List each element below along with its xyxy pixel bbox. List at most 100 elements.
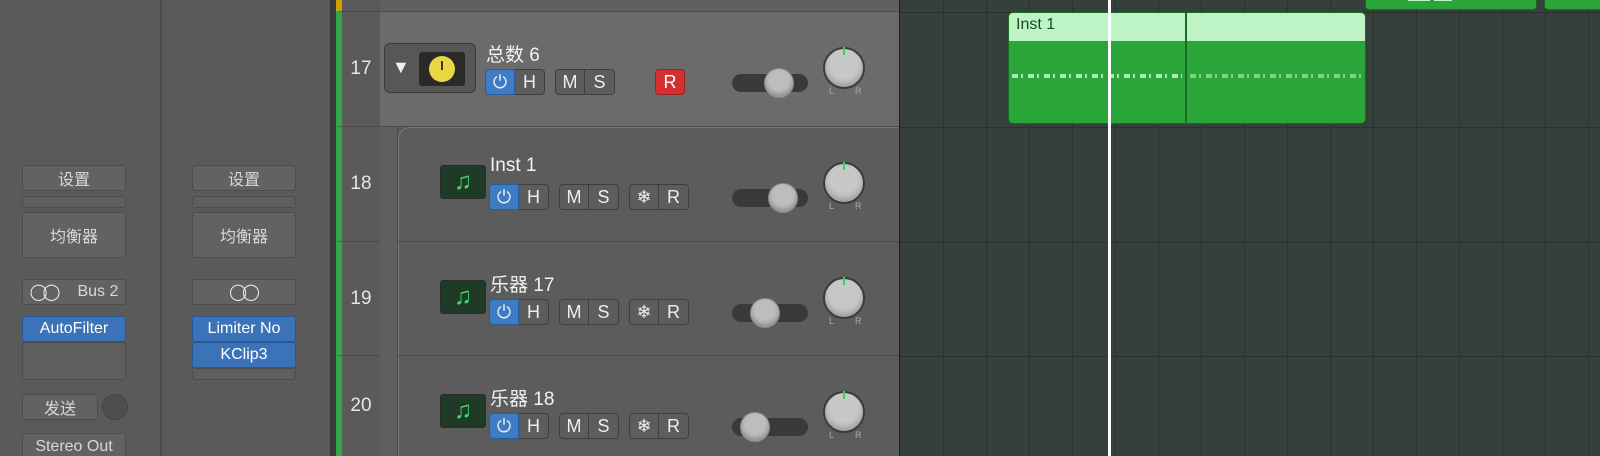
input-slot[interactable]: ◯◯ [192, 279, 296, 305]
freeze-button[interactable]: ❄ [629, 413, 659, 439]
channel-strip-right: 设置 均衡器 ◯◯ Limiter No KClip3 [164, 0, 330, 456]
mute-button[interactable]: M [559, 413, 589, 439]
settings-button[interactable]: 设置 [22, 165, 126, 191]
volume-fader-knob[interactable] [764, 68, 794, 98]
stereo-link-icon: ◯◯ [229, 284, 260, 301]
region-name: Inst 1 [1009, 13, 1185, 41]
track-header-inst-1[interactable]: ♫ Inst 1 ⏻ H M S ❄ R L R [398, 127, 900, 242]
track-number-17: 17 [336, 12, 380, 127]
input-slot[interactable]: ◯◯ Bus 2 [22, 279, 126, 305]
audio-fx-empty-slot[interactable] [22, 342, 126, 380]
mute-solo-group: M S [559, 413, 619, 439]
summing-stack-icon [429, 56, 455, 82]
stack-rail [380, 127, 398, 456]
record-enable-button[interactable]: R [659, 413, 689, 439]
disclosure-triangle-icon[interactable]: ▼ [392, 57, 410, 78]
power-hide-group: ⏻ H [489, 184, 549, 210]
audio-fx-slot-1[interactable]: AutoFilter [22, 316, 126, 342]
beat-gridline [1459, 0, 1460, 456]
arrange-area[interactable]: Inst 1 [900, 0, 1600, 456]
beat-gridline [1588, 0, 1589, 456]
output-slot[interactable]: Stereo Out [22, 433, 126, 456]
beat-gridline [1502, 0, 1503, 456]
track-on-off-button[interactable]: ⏻ [489, 413, 519, 439]
mute-button[interactable]: M [559, 184, 589, 210]
freeze-record-group: ❄ R [629, 299, 689, 325]
track-header-instrument-17[interactable]: ♫ 乐器 17 ⏻ H M S ❄ R L R [398, 242, 900, 356]
midi-region[interactable]: Inst 1 [1008, 12, 1186, 124]
track-number-partial [336, 0, 380, 12]
record-enable-button[interactable]: R [655, 69, 685, 95]
track-name[interactable]: 乐器 18 [490, 384, 554, 411]
solo-button[interactable]: S [585, 69, 615, 95]
track-on-off-button[interactable]: ⏻ [489, 184, 519, 210]
gain-reduction-meter [22, 196, 126, 208]
track-name[interactable]: Inst 1 [490, 155, 536, 177]
track-list: 17 ▼ 总数 6 ⏻ H M S R L R 18 ♫ Inst 1 ⏻ H … [336, 0, 900, 456]
volume-fader[interactable] [732, 412, 808, 442]
hide-button[interactable]: H [515, 69, 545, 95]
track-name[interactable]: 总数 6 [486, 40, 540, 67]
hide-button[interactable]: H [519, 184, 549, 210]
volume-fader-knob[interactable] [750, 298, 780, 328]
hide-button[interactable]: H [519, 413, 549, 439]
freeze-button[interactable]: ❄ [629, 184, 659, 210]
track-header-instrument-18[interactable]: ♫ 乐器 18 ⏻ H M S ❄ R L R [398, 356, 900, 456]
pan-knob[interactable] [823, 47, 865, 89]
playhead[interactable] [1108, 0, 1111, 456]
mute-button[interactable]: M [555, 69, 585, 95]
region-partial[interactable] [1365, 0, 1537, 10]
stack-icon-frame[interactable]: ▼ [384, 43, 476, 93]
solo-button[interactable]: S [589, 413, 619, 439]
eq-display[interactable]: 均衡器 [192, 212, 296, 258]
sends-button[interactable]: 发送 [22, 394, 98, 420]
region-partial[interactable] [1544, 0, 1600, 10]
row-gridline [900, 242, 1600, 243]
mute-solo-group: M S [559, 184, 619, 210]
input-label: Bus 2 [77, 283, 119, 300]
track-name[interactable]: 乐器 17 [490, 270, 554, 297]
music-note-icon[interactable]: ♫ [440, 394, 486, 428]
settings-button[interactable]: 设置 [192, 165, 296, 191]
solo-button[interactable]: S [589, 184, 619, 210]
track-number-19: 19 [336, 242, 380, 356]
gain-reduction-meter [192, 196, 296, 208]
record-enable-button[interactable]: R [659, 299, 689, 325]
pan-knob[interactable] [823, 162, 865, 204]
pan-left-label: L [829, 86, 835, 96]
volume-fader[interactable] [732, 298, 808, 328]
mute-solo-group: M S [559, 299, 619, 325]
pan-knob[interactable] [823, 277, 865, 319]
mute-button[interactable]: M [559, 299, 589, 325]
record-enable-button[interactable]: R [659, 184, 689, 210]
music-note-icon[interactable]: ♫ [440, 165, 486, 199]
pan-right-label: R [855, 430, 862, 440]
power-hide-group: ⏻ H [489, 413, 549, 439]
pan-knob[interactable] [823, 391, 865, 433]
solo-button[interactable]: S [589, 299, 619, 325]
track-header-partial [380, 0, 900, 12]
midi-region-continuation[interactable] [1186, 12, 1366, 124]
audio-fx-slot-2[interactable]: KClip3 [192, 342, 296, 368]
inspector-panel: 设置 均衡器 ◯◯ Bus 2 AutoFilter 发送 Stereo Out… [0, 0, 336, 456]
volume-fader[interactable] [732, 183, 808, 213]
region-header-bar [1187, 13, 1365, 41]
eq-display[interactable]: 均衡器 [22, 212, 126, 258]
track-on-off-button[interactable]: ⏻ [489, 299, 519, 325]
beat-gridline [1373, 0, 1374, 456]
track-header-summing-stack[interactable]: ▼ 总数 6 ⏻ H M S R L R [380, 12, 900, 127]
track-on-off-button[interactable]: ⏻ [485, 69, 515, 95]
send-level-knob[interactable] [102, 394, 128, 420]
hide-button[interactable]: H [519, 299, 549, 325]
volume-fader-knob[interactable] [740, 412, 770, 442]
audio-fx-slot-1[interactable]: Limiter No [192, 316, 296, 342]
volume-fader[interactable] [732, 68, 808, 98]
music-note-icon[interactable]: ♫ [440, 280, 486, 314]
track-number-20: 20 [336, 356, 380, 456]
pan-right-label: R [855, 316, 862, 326]
pan-right-label: R [855, 86, 862, 96]
audio-fx-empty-slot[interactable] [192, 368, 296, 380]
volume-fader-knob[interactable] [768, 183, 798, 213]
freeze-button[interactable]: ❄ [629, 299, 659, 325]
channel-strip-left: 设置 均衡器 ◯◯ Bus 2 AutoFilter 发送 Stereo Out [0, 0, 162, 456]
